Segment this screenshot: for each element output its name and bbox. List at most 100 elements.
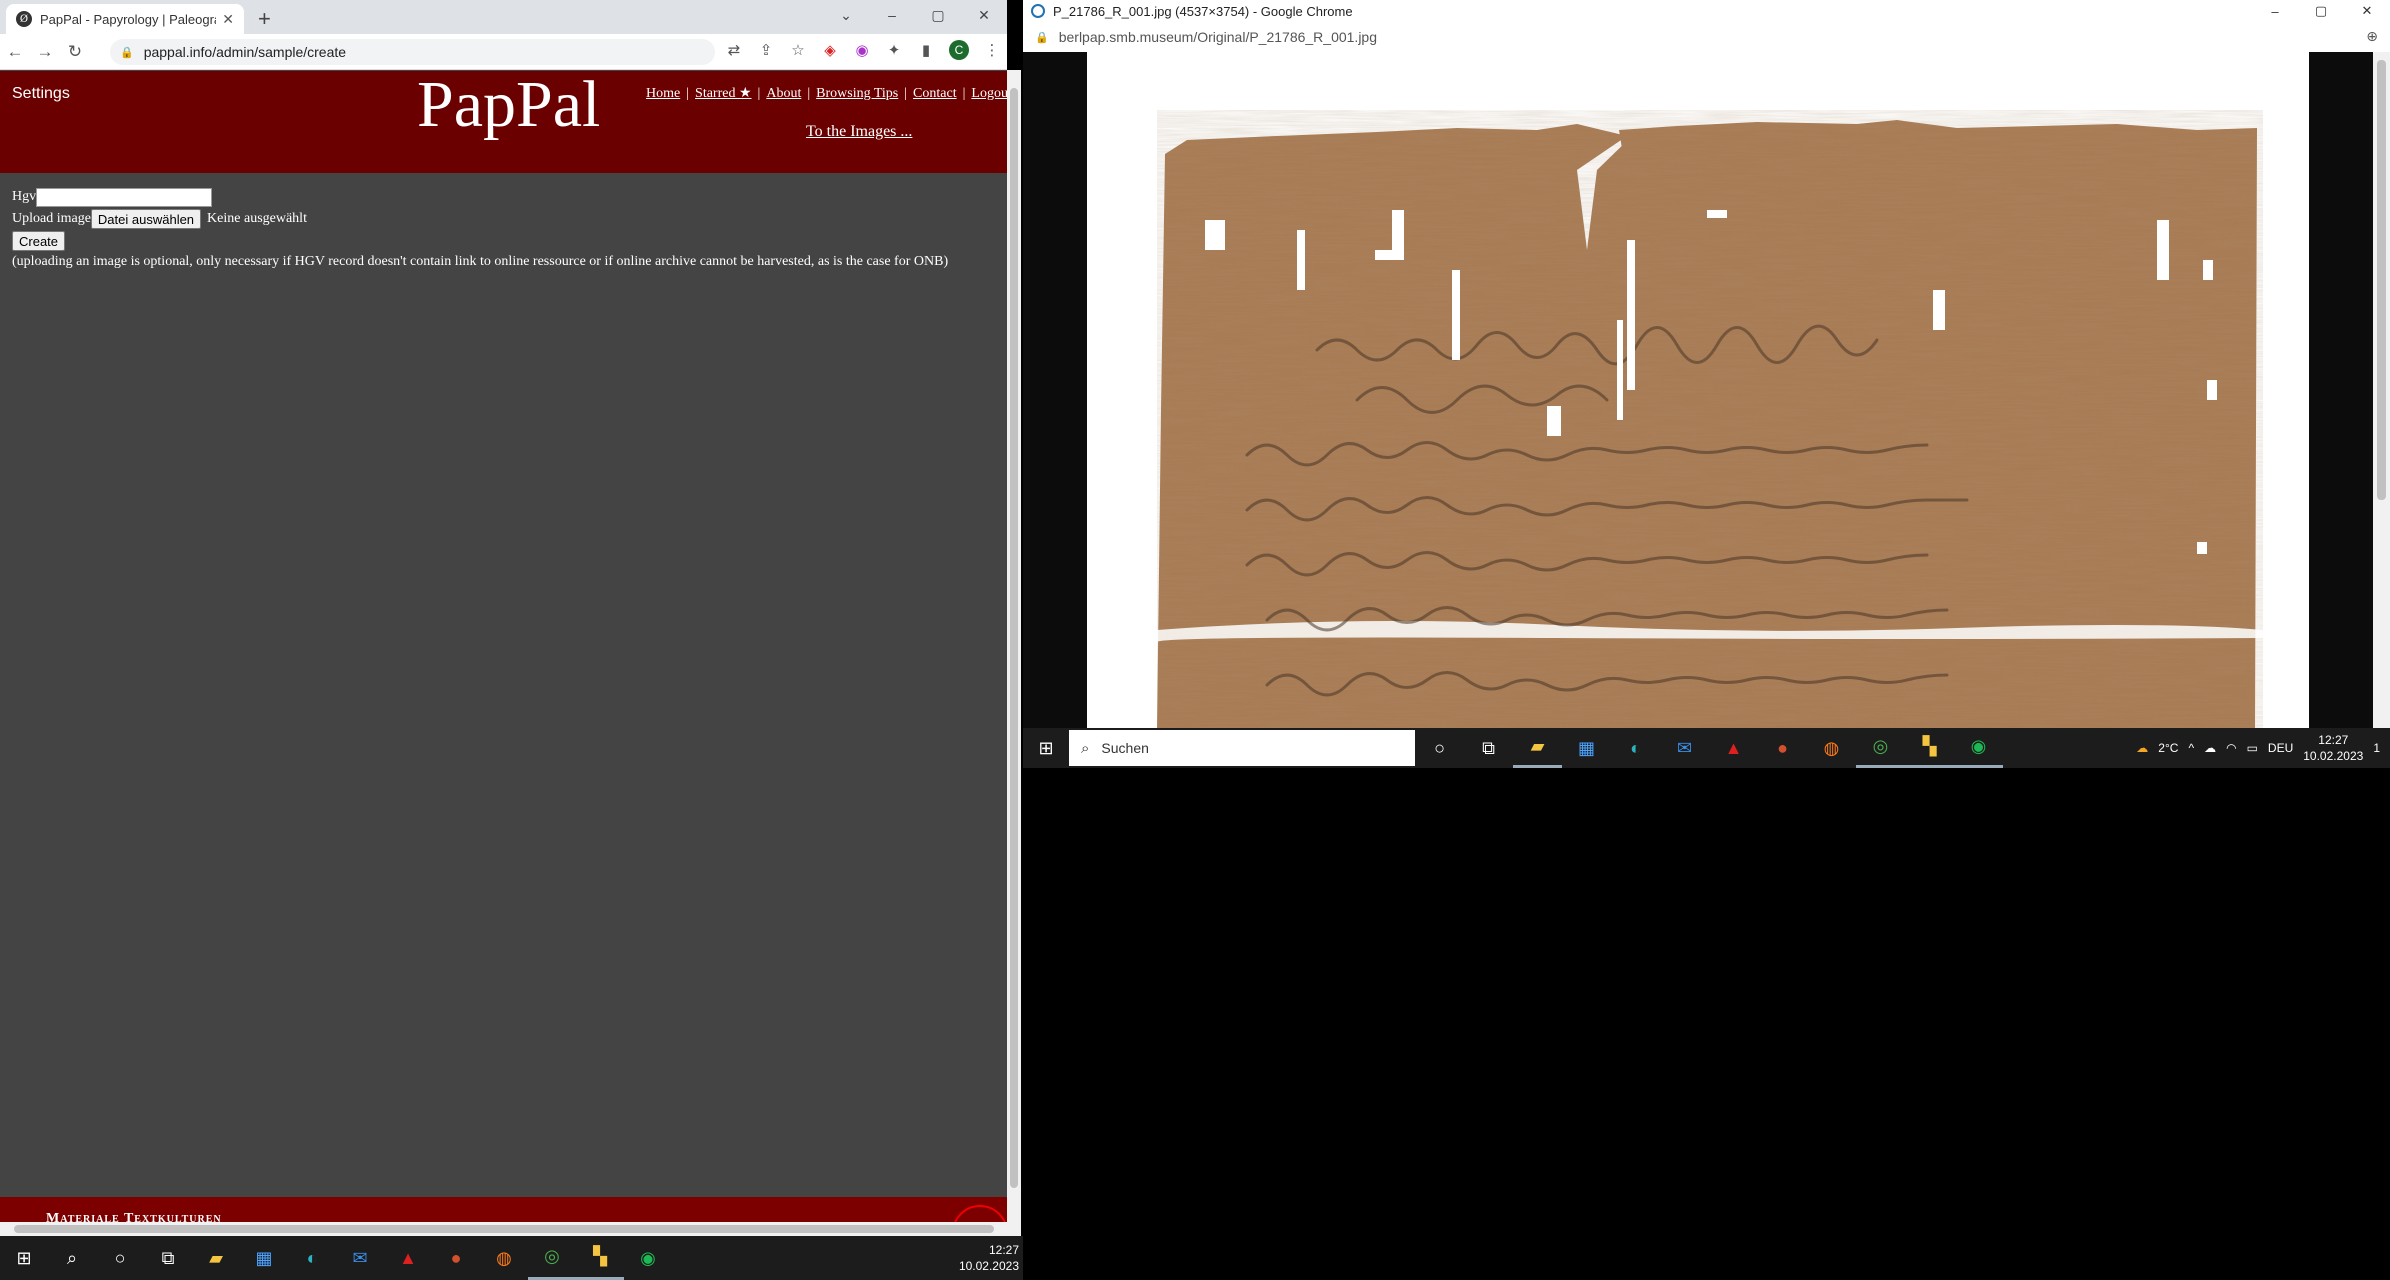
- mail-icon[interactable]: ✉: [336, 1236, 384, 1280]
- vertical-scrollbar[interactable]: [2373, 52, 2390, 728]
- url-text: pappal.info/admin/sample/create: [143, 44, 347, 60]
- weather-icon[interactable]: ☁: [2136, 741, 2148, 755]
- extension-red-icon[interactable]: ◈: [821, 41, 839, 59]
- task-view-icon[interactable]: ⧉: [1464, 728, 1513, 768]
- weather-temp[interactable]: 2°C: [2158, 741, 2178, 755]
- menu-kebab-icon[interactable]: ⋮: [983, 41, 1001, 59]
- tray-overflow-icon[interactable]: ^: [2188, 741, 2194, 755]
- address-bar[interactable]: 🔒 berlpap.smb.museum/Original/P_21786_R_…: [1023, 22, 2390, 52]
- extensions-puzzle-icon[interactable]: ✦: [885, 41, 903, 59]
- taskbar-search-input[interactable]: ⌕ Suchen: [1069, 730, 1415, 766]
- image-canvas[interactable]: [1087, 52, 2309, 730]
- notification-badge[interactable]: 1: [2373, 741, 2380, 755]
- file-explorer-icon[interactable]: ▰: [1513, 728, 1562, 768]
- file-manager-icon[interactable]: ▚: [576, 1236, 624, 1280]
- zoom-icon[interactable]: ⊕: [2366, 28, 2378, 45]
- taskbar-clock[interactable]: 12:27 10.02.2023: [959, 1242, 1019, 1274]
- upload-image-label: Upload image: [12, 211, 91, 226]
- store-icon[interactable]: ▦: [240, 1236, 288, 1280]
- edge-icon[interactable]: ◐: [1611, 728, 1660, 768]
- lock-icon: 🔒: [120, 46, 134, 59]
- scroll-thumb[interactable]: [2377, 60, 2386, 500]
- side-panel-icon[interactable]: ▮: [917, 41, 935, 59]
- search-icon[interactable]: ⌕: [48, 1236, 96, 1280]
- window-title: P_21786_R_001.jpg (4537×3754) - Google C…: [1053, 3, 1353, 19]
- scroll-thumb[interactable]: [1010, 88, 1018, 1188]
- spotify-icon[interactable]: ◉: [624, 1236, 672, 1280]
- close-button[interactable]: ✕: [2344, 0, 2390, 22]
- file-explorer-icon[interactable]: ▰: [192, 1236, 240, 1280]
- clock-date: 10.02.2023: [2303, 749, 2364, 763]
- language-indicator[interactable]: DEU: [2268, 741, 2293, 755]
- to-images-link[interactable]: To the Images ...: [806, 123, 912, 141]
- back-icon[interactable]: ←: [0, 42, 30, 62]
- minimize-button[interactable]: –: [869, 0, 915, 30]
- horizontal-scrollbar[interactable]: [0, 1222, 1007, 1236]
- site-logo[interactable]: PapPal: [417, 67, 600, 143]
- profile-avatar[interactable]: C: [949, 40, 969, 60]
- tab-close-icon[interactable]: ✕: [222, 11, 234, 28]
- cortana-icon[interactable]: ○: [1415, 728, 1464, 768]
- choose-file-button[interactable]: Datei auswählen: [90, 209, 202, 229]
- reload-icon[interactable]: ↻: [60, 42, 90, 62]
- restore-button[interactable]: ▢: [915, 0, 961, 30]
- firefox-icon[interactable]: ◍: [480, 1236, 528, 1280]
- windows-start-icon[interactable]: ⊞: [0, 1236, 48, 1280]
- store-icon[interactable]: ▦: [1562, 728, 1611, 768]
- vertical-scrollbar[interactable]: [1007, 70, 1021, 1236]
- translate-icon[interactable]: ⇄: [725, 41, 743, 59]
- create-button[interactable]: Create: [12, 231, 66, 251]
- window-controls: – ▢ ✕: [2252, 0, 2390, 22]
- tab-title: PapPal - Papyrology | Paleograph: [40, 11, 217, 27]
- onedrive-icon[interactable]: ☁: [2204, 741, 2216, 755]
- clock-date: 10.02.2023: [958, 1259, 1019, 1273]
- file-manager-icon[interactable]: ▚: [1905, 728, 1954, 768]
- nav-starred[interactable]: Starred ★: [695, 86, 751, 101]
- cortana-icon[interactable]: ○: [96, 1236, 144, 1280]
- acrobat-icon[interactable]: ▲: [1709, 728, 1758, 768]
- tab-search-icon[interactable]: ⌄: [823, 0, 869, 30]
- close-button[interactable]: ✕: [961, 0, 1007, 30]
- taskbar-left: ⊞ ⌕ ○ ⧉ ▰ ▦ ◐ ✉ ▲ ● ◍ ◎ ▚ ◉ 12:27 10.02.…: [0, 1236, 1023, 1280]
- settings-link[interactable]: Settings: [12, 85, 70, 103]
- system-tray: ☁ 2°C ^ ☁ ◠ ▭ DEU 12:27 10.02.2023 1: [2136, 728, 2390, 768]
- hgv-input[interactable]: [36, 187, 213, 207]
- share-icon[interactable]: ⇪: [757, 41, 775, 59]
- windows-start-icon[interactable]: ⊞: [1023, 728, 1069, 768]
- nav-contact[interactable]: Contact: [913, 86, 957, 101]
- firefox-icon[interactable]: ◍: [1807, 728, 1856, 768]
- battery-icon[interactable]: ▭: [2247, 741, 2258, 755]
- left-browser-window: Ø PapPal - Papyrology | Paleograph ✕ + ⌄…: [0, 0, 1007, 1236]
- new-tab-button[interactable]: +: [258, 6, 271, 32]
- address-toolbar: ← → ↻ 🔒 pappal.info/admin/sample/create …: [0, 34, 1007, 70]
- search-placeholder: Suchen: [1101, 740, 1149, 756]
- scroll-thumb[interactable]: [14, 1225, 994, 1233]
- create-sample-form: Hgv Upload image Datei auswählen Keine a…: [12, 186, 948, 270]
- powerpoint-icon[interactable]: ●: [432, 1236, 480, 1280]
- address-bar[interactable]: 🔒 pappal.info/admin/sample/create: [110, 39, 715, 65]
- minimize-button[interactable]: –: [2252, 0, 2298, 22]
- nav-logout[interactable]: Logou: [971, 86, 1007, 101]
- task-view-icon[interactable]: ⧉: [144, 1236, 192, 1280]
- nav-about[interactable]: About: [766, 86, 801, 101]
- chrome-icon[interactable]: ◎: [528, 1236, 576, 1280]
- nav-home[interactable]: Home: [646, 86, 680, 101]
- powerpoint-icon[interactable]: ●: [1758, 728, 1807, 768]
- upload-note: (uploading an image is optional, only ne…: [12, 254, 949, 269]
- site-header: Settings PapPal Home | Starred ★ | About | Bro…: [0, 68, 1007, 173]
- title-bar: P_21786_R_001.jpg (4537×3754) - Google C…: [1023, 0, 2390, 22]
- bookmark-star-icon[interactable]: ☆: [789, 41, 807, 59]
- chrome-icon[interactable]: ◎: [1856, 728, 1905, 768]
- network-icon[interactable]: ◠: [2226, 741, 2236, 755]
- extension-purple-icon[interactable]: ◉: [853, 41, 871, 59]
- spotify-icon[interactable]: ◉: [1954, 728, 2003, 768]
- nav-browsing-tips[interactable]: Browsing Tips: [816, 86, 898, 101]
- taskbar-clock[interactable]: 12:27 10.02.2023: [2303, 732, 2363, 764]
- tab-pappal[interactable]: Ø PapPal - Papyrology | Paleograph ✕: [6, 4, 244, 34]
- edge-icon[interactable]: ◐: [288, 1236, 336, 1280]
- restore-button[interactable]: ▢: [2298, 0, 2344, 22]
- acrobat-icon[interactable]: ▲: [384, 1236, 432, 1280]
- clock-time: 12:27: [2318, 733, 2349, 747]
- forward-icon[interactable]: →: [30, 42, 60, 62]
- mail-icon[interactable]: ✉: [1660, 728, 1709, 768]
